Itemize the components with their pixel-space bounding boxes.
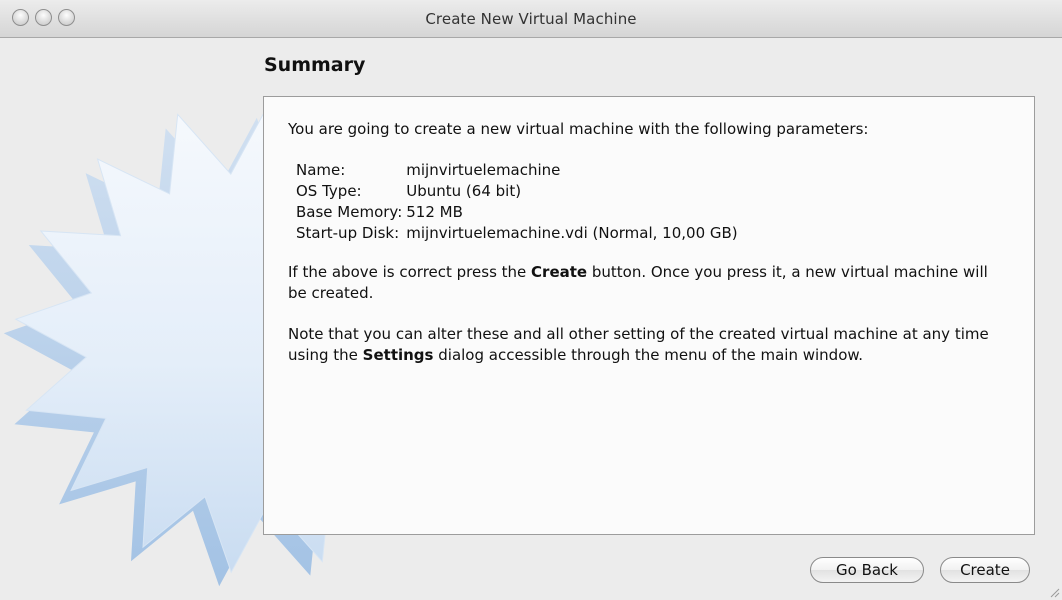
summary-panel: You are going to create a new virtual ma…: [263, 96, 1035, 535]
confirm-create-keyword: Create: [531, 263, 588, 281]
param-value: Ubuntu (64 bit): [406, 182, 522, 200]
parameter-table: Name: mijnvirtuelemachine OS Type: Ubunt…: [296, 160, 738, 244]
param-value: 512 MB: [406, 203, 463, 221]
param-value: mijnvirtuelemachine: [406, 161, 561, 179]
window-title: Create New Virtual Machine: [425, 10, 637, 28]
dialog-window: Create New Virtual Machine Summary You a…: [0, 0, 1062, 600]
param-key: Base Memory:: [296, 203, 403, 221]
param-key: Name:: [296, 161, 346, 179]
param-row-os-type: OS Type: Ubuntu (64 bit): [296, 181, 738, 202]
param-key: Start-up Disk:: [296, 224, 400, 242]
param-row-base-memory: Base Memory: 512 MB: [296, 202, 738, 223]
note-text: Note that you can alter these and all ot…: [288, 324, 1008, 366]
param-key: OS Type:: [296, 182, 362, 200]
create-button[interactable]: Create: [940, 557, 1030, 583]
title-bar[interactable]: Create New Virtual Machine: [0, 0, 1062, 38]
note-text-end: dialog accessible through the menu of th…: [433, 346, 864, 364]
resize-grip-icon[interactable]: [1048, 586, 1060, 598]
go-back-button[interactable]: Go Back: [810, 557, 924, 583]
param-row-name: Name: mijnvirtuelemachine: [296, 160, 738, 181]
param-value: mijnvirtuelemachine.vdi (Normal, 10,00 G…: [406, 224, 738, 242]
intro-text: You are going to create a new virtual ma…: [288, 120, 869, 138]
confirm-text: If the above is correct press the Create…: [288, 262, 1008, 304]
note-settings-keyword: Settings: [362, 346, 434, 364]
summary-text: You are going to create a new virtual ma…: [288, 119, 1008, 386]
page-title: Summary: [264, 54, 366, 76]
confirm-text-start: If the above is correct press the: [288, 263, 532, 281]
param-row-startup-disk: Start-up Disk: mijnvirtuelemachine.vdi (…: [296, 223, 738, 244]
